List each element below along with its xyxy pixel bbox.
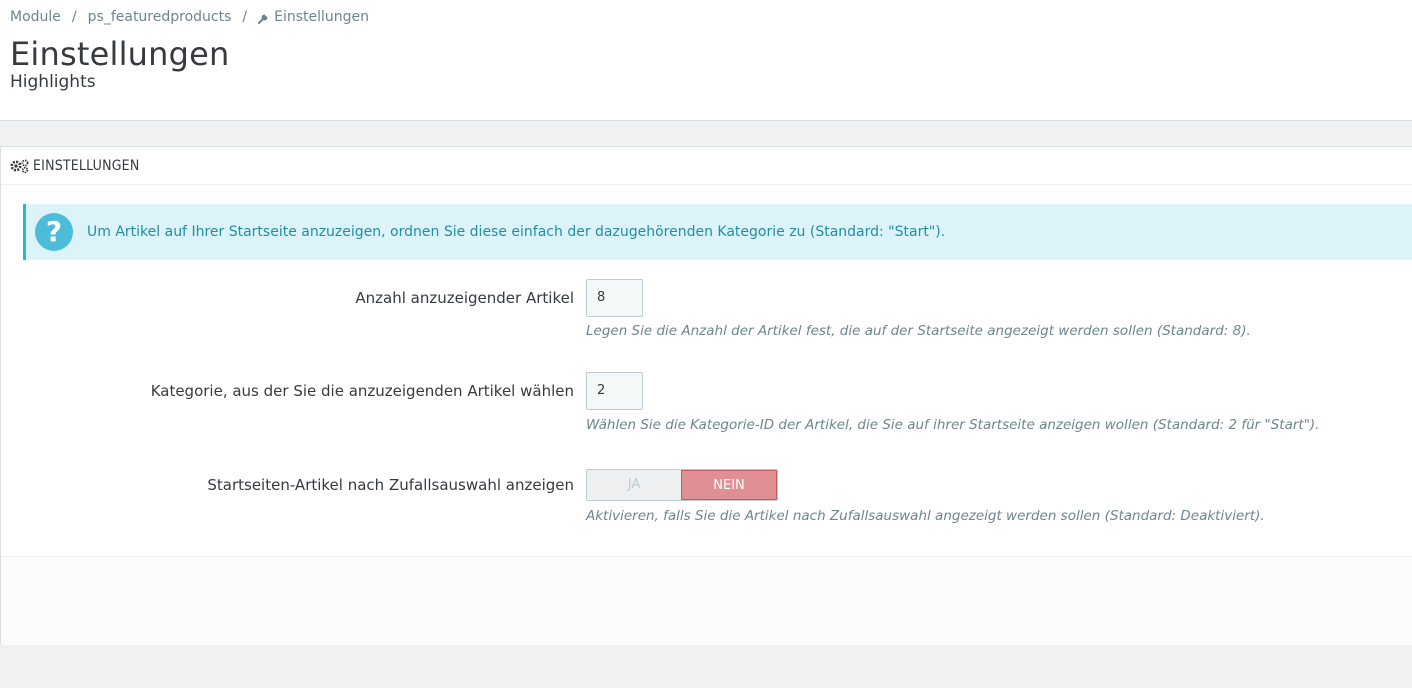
panel-heading-label: EINSTELLUNGEN [33, 157, 140, 174]
breadcrumb-separator: / [71, 9, 77, 25]
random-toggle-switch[interactable]: JA NEIN [586, 469, 778, 501]
panel-footer [1, 556, 1412, 645]
breadcrumb-separator: / [242, 9, 248, 25]
toggle-option-yes[interactable]: JA [587, 470, 681, 500]
info-alert: ? Um Artikel auf Ihrer Startseite anzuze… [23, 204, 1412, 260]
breadcrumb: Module / ps_featuredproducts / Einstellu… [10, 9, 369, 25]
page-title: Einstellungen [10, 35, 230, 73]
breadcrumb-item-module-name[interactable]: ps_featuredproducts [88, 9, 232, 25]
product-count-help: Legen Sie die Anzahl der Artikel fest, d… [586, 323, 1251, 339]
category-label: Kategorie, aus der Sie die anzuzeigenden… [150, 382, 574, 400]
alert-message: Um Artikel auf Ihrer Startseite anzuzeig… [87, 224, 946, 240]
question-icon: ? [35, 213, 73, 251]
panel-heading: EINSTELLUNGEN [1, 147, 1412, 185]
category-help: Wählen Sie die Kategorie-ID der Artikel,… [586, 417, 1320, 433]
random-help: Aktivieren, falls Sie die Artikel nach Z… [586, 508, 1265, 524]
category-input[interactable]: 2 [586, 372, 643, 410]
breadcrumb-item-current: Einstellungen [274, 9, 370, 25]
breadcrumb-item-module[interactable]: Module [10, 9, 61, 25]
page-subtitle: Highlights [10, 72, 96, 92]
page-header: Module / ps_featuredproducts / Einstellu… [0, 0, 1412, 121]
product-count-input[interactable]: 8 [586, 279, 643, 317]
random-label: Startseiten-Artikel nach Zufallsauswahl … [207, 476, 574, 494]
wrench-icon [258, 14, 268, 24]
settings-panel: EINSTELLUNGEN ? Um Artikel auf Ihrer Sta… [0, 146, 1412, 645]
toggle-option-no[interactable]: NEIN [681, 470, 777, 500]
cogs-icon [10, 159, 29, 173]
product-count-label: Anzahl anzuzeigender Artikel [355, 289, 574, 307]
